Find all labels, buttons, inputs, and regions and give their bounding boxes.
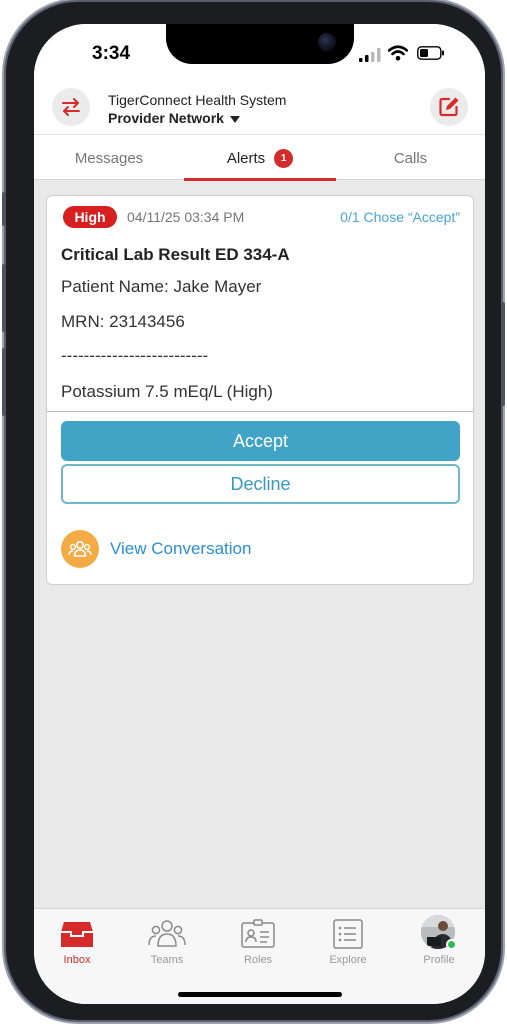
online-status-dot [446,939,457,950]
inbox-icon [61,922,93,947]
app-header: TigerConnect Health System Provider Netw… [34,82,485,134]
swap-arrows-icon [62,98,80,116]
tab-messages[interactable]: Messages [34,135,184,181]
mute-switch [2,192,6,226]
nav-label: Teams [150,954,184,966]
alert-title: Critical Lab Result ED 334-A [61,245,290,264]
active-tab-indicator [184,178,336,181]
cellular-signal-icon [359,48,381,62]
tab-bar: Messages Alerts 1 Calls [34,134,485,181]
screen: 3:34 TigerConnect Health System Provider… [34,24,485,1004]
volume-down-button [2,348,6,416]
nav-roles[interactable]: Roles [223,909,293,973]
home-indicator[interactable] [178,992,342,997]
power-button [501,302,505,406]
volume-up-button [2,264,6,332]
nav-inbox[interactable]: Inbox [42,909,112,973]
tab-label: Alerts [226,149,266,167]
lab-result: Potassium 7.5 mEq/L (High) [61,382,273,401]
conversation-group-icon[interactable] [61,530,99,568]
status-time: 3:34 [92,43,131,64]
decline-button[interactable]: Decline [61,464,460,504]
patient-name: Patient Name: Jake Mayer [61,277,262,296]
network-selector[interactable]: Provider Network [108,110,240,126]
nav-label: Inbox [63,954,91,966]
alerts-count-badge: 1 [274,148,294,168]
tab-calls[interactable]: Calls [336,135,485,181]
nav-profile[interactable]: Profile [404,909,474,973]
divider [47,411,473,412]
nav-teams[interactable]: Teams [132,909,202,973]
nav-explore[interactable]: Explore [313,909,383,973]
organization-name: TigerConnect Health System [108,92,287,108]
wifi-icon [388,45,408,61]
tab-label: Messages [74,149,144,167]
bottom-nav: Inbox Teams Roles Explore Profile [34,908,485,1004]
switch-organization-button[interactable] [52,88,90,126]
compose-icon [439,97,459,117]
nav-label: Profile [423,954,455,966]
battery-icon [417,46,444,60]
patient-mrn: MRN: 23143456 [61,312,185,331]
explore-icon [333,919,363,949]
priority-badge: High [63,206,117,228]
network-name: Provider Network [108,110,224,126]
nav-label: Roles [243,954,273,966]
tab-label: Calls [393,149,428,167]
text-separator: -------------------------- [61,346,209,365]
caret-down-icon [229,115,240,123]
camera [318,33,336,51]
view-conversation-link[interactable]: View Conversation [110,539,251,559]
teams-icon [148,920,186,947]
phone-frame: 3:34 TigerConnect Health System Provider… [2,2,505,1020]
tab-alerts[interactable]: Alerts 1 [184,135,336,181]
roles-icon [241,919,275,948]
response-status: 0/1 Chose “Accept” [340,209,460,225]
compose-button[interactable] [430,88,468,126]
alert-card: High 04/11/25 03:34 PM 0/1 Chose “Accept… [46,195,474,585]
accept-button[interactable]: Accept [61,421,460,461]
nav-label: Explore [329,954,367,966]
alert-timestamp: 04/11/25 03:34 PM [127,209,245,225]
notch [166,24,354,64]
